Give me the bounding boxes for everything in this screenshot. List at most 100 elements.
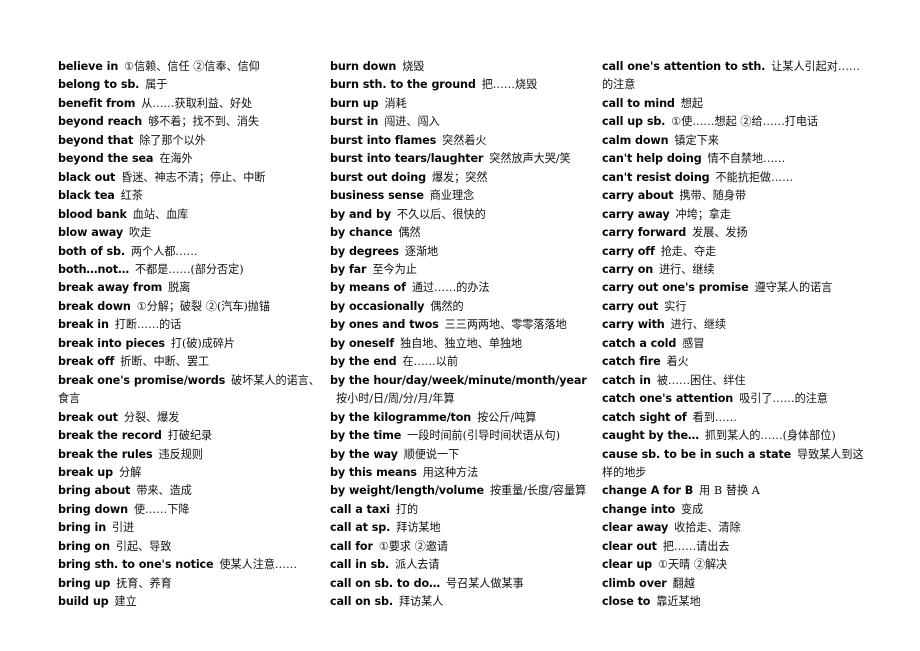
phrase-entry: by the hour/day/week/minute/month/year 按小… <box>330 372 596 409</box>
phrase-columns-container: believe in ①信赖、信任 ②信奉、信仰 belong to sb. 属于 be… <box>58 58 890 608</box>
phrase-entry: can't resist doing 不能抗拒做…… <box>602 169 868 187</box>
phrase-entry: by degrees 逐渐地 <box>330 243 596 261</box>
phrase-term-english: believe in <box>58 60 119 73</box>
phrase-definition-chinese: 在海外 <box>159 152 193 166</box>
phrase-term-english: both…not… <box>58 262 130 276</box>
phrase-definition-chinese: 带来、造成 <box>136 484 192 498</box>
phrase-entry: carry with 进行、继续 <box>602 316 868 334</box>
phrase-definition-chinese: 靠近某地 <box>656 595 701 609</box>
phrase-term-english: belong to sb. <box>58 78 140 92</box>
phrase-definition-chinese: 引起、导致 <box>115 539 172 553</box>
phrase-entry: believe in ①信赖、信任 ②信奉、信仰 <box>58 58 324 76</box>
phrase-definition-chinese: 除了那个以外 <box>139 133 206 147</box>
phrase-entry: beyond reach 够不着；找不到、消失 <box>58 113 324 131</box>
phrase-term-english: bring about <box>58 484 131 498</box>
phrase-term-english: catch a cold <box>602 336 677 350</box>
phrase-term-english: bring on <box>58 539 110 553</box>
phrase-definition-chinese: 顺便说一下 <box>403 447 460 461</box>
phrase-entry: break away from 脱离 <box>58 279 324 297</box>
phrase-entry: call for ①要求 ②邀请 <box>330 538 596 556</box>
phrase-term-english: catch fire <box>602 355 661 369</box>
phrase-column-1: believe in ①信赖、信任 ②信奉、信仰 belong to sb. 属于 be… <box>58 58 330 612</box>
phrase-entry: burst in 闯进、闯入 <box>330 113 596 131</box>
phrase-term-english: carry out one's promise <box>602 281 749 295</box>
phrase-entry: benefit from 从……获取利益、好处 <box>58 95 324 113</box>
phrase-entry: call on sb. 拜访某人 <box>330 593 596 611</box>
phrase-definition-chinese: 三三两两地、零零落落地 <box>444 318 567 332</box>
phrase-definition-chinese: 闯进、闯入 <box>384 115 440 129</box>
phrase-entry: by oneself 独自地、独立地、单独地 <box>330 335 596 353</box>
phrase-definition-chinese: 把……请出去 <box>662 539 730 553</box>
phrase-term-english: beyond that <box>58 133 134 147</box>
phrase-term-english: blow away <box>58 226 123 240</box>
phrase-term-english: black out <box>58 170 116 184</box>
phrase-definition-chinese: 实行 <box>664 299 687 313</box>
phrase-entry: break the rules 违反规则 <box>58 446 324 464</box>
phrase-definition-chinese: 把……烧毁 <box>481 78 538 92</box>
phrase-term-english: business sense <box>330 189 424 203</box>
phrase-entry: by means of 通过……的办法 <box>330 279 596 297</box>
phrase-term-english: climb over <box>602 576 667 590</box>
phrase-term-english: carry on <box>602 262 654 276</box>
phrase-entry: call on sb. to do… 号召某人做某事 <box>330 575 596 593</box>
phrase-definition-chinese: 携带、随身带 <box>679 189 747 203</box>
phrase-entry: by chance 偶然 <box>330 224 596 242</box>
phrase-term-english: burst into flames <box>330 133 437 147</box>
phrase-term-english: burn up <box>330 96 379 110</box>
phrase-term-english: call at sp. <box>330 521 391 535</box>
phrase-term-english: burst in <box>330 115 379 129</box>
phrase-definition-chinese: 烧毁 <box>402 60 425 73</box>
phrase-term-english: bring down <box>58 502 128 516</box>
phrase-term-english: break out <box>58 410 118 424</box>
phrase-entry: call to mind 想起 <box>602 95 868 113</box>
phrase-definition-chinese: 收拾走、清除 <box>674 521 741 535</box>
phrase-column-2: burn down 烧毁 burn sth. to the ground 把……烧毁 b… <box>330 58 602 612</box>
phrase-term-english: carry away <box>602 207 670 221</box>
phrase-entry: call up sb. ①使……想起 ②给……打电话 <box>602 113 868 131</box>
phrase-definition-chinese: 用 B 替换 A <box>699 484 760 498</box>
phrase-definition-chinese: 使……下降 <box>133 502 190 516</box>
phrase-definition-chinese: 折断、中断、罢工 <box>120 355 210 369</box>
phrase-term-english: by the time <box>330 429 402 443</box>
phrase-entry: catch sight of 看到…… <box>602 409 868 427</box>
phrase-definition-chinese: 想起 <box>680 96 703 110</box>
phrase-definition-chinese: 突然着火 <box>442 133 487 147</box>
phrase-term-english: carry about <box>602 189 674 203</box>
phrase-entry: change A for B 用 B 替换 A <box>602 482 868 500</box>
phrase-entry: carry off 抢走、夺走 <box>602 243 868 261</box>
phrase-definition-chinese: 昏迷、神志不清；停止、中断 <box>121 170 266 184</box>
phrase-entry: build up 建立 <box>58 593 324 611</box>
phrase-definition-chinese: 拜访某地 <box>396 521 441 535</box>
phrase-entry: close to 靠近某地 <box>602 593 868 611</box>
phrase-entry: clear up ①天晴 ②解决 <box>602 556 868 574</box>
phrase-entry: carry out one's promise 遵守某人的诺言 <box>602 279 868 297</box>
phrase-term-english: break one's promise/words <box>58 373 226 387</box>
phrase-entry: clear away 收拾走、清除 <box>602 519 868 537</box>
phrase-definition-chinese: 进行、继续 <box>659 262 715 276</box>
phrase-term-english: call for <box>330 539 373 553</box>
phrase-term-english: clear out <box>602 539 657 553</box>
phrase-term-english: by the hour/day/week/minute/month/year <box>330 373 587 387</box>
phrase-definition-chinese: 脱离 <box>168 281 191 295</box>
phrase-entry: caught by the… 抓到某人的……(身体部位) <box>602 427 868 445</box>
phrase-definition-chinese: ①要求 ②邀请 <box>378 539 448 553</box>
phrase-entry: carry out 实行 <box>602 298 868 316</box>
phrase-term-english: carry off <box>602 244 655 258</box>
phrase-term-english: call on sb. to do… <box>330 576 441 590</box>
phrase-entry: by the way 顺便说一下 <box>330 446 596 464</box>
phrase-definition-chinese: 独自地、独立地、单独地 <box>400 336 523 350</box>
phrase-entry: blow away 吹走 <box>58 224 324 242</box>
phrase-entry: by the kilogramme/ton 按公斤/吨算 <box>330 409 596 427</box>
phrase-term-english: break off <box>58 355 115 369</box>
phrase-term-english: can't help doing <box>602 152 702 166</box>
phrase-entry: break down ①分解；破裂 ②(汽车)抛锚 <box>58 298 324 316</box>
phrase-entry: carry about 携带、随身带 <box>602 187 868 205</box>
phrase-entry: both of sb. 两个人都…… <box>58 243 324 261</box>
phrase-definition-chinese: 血站、血库 <box>132 207 189 221</box>
phrase-entry: beyond the sea 在海外 <box>58 150 324 168</box>
phrase-entry: burn sth. to the ground 把……烧毁 <box>330 76 596 94</box>
document-page: believe in ①信赖、信任 ②信奉、信仰 belong to sb. 属于 be… <box>0 0 920 651</box>
phrase-definition-chinese: 不都是……(部分否定) <box>135 262 244 276</box>
phrase-entry: catch in 被……困住、绊住 <box>602 372 868 390</box>
phrase-entry: bring in 引进 <box>58 519 324 537</box>
